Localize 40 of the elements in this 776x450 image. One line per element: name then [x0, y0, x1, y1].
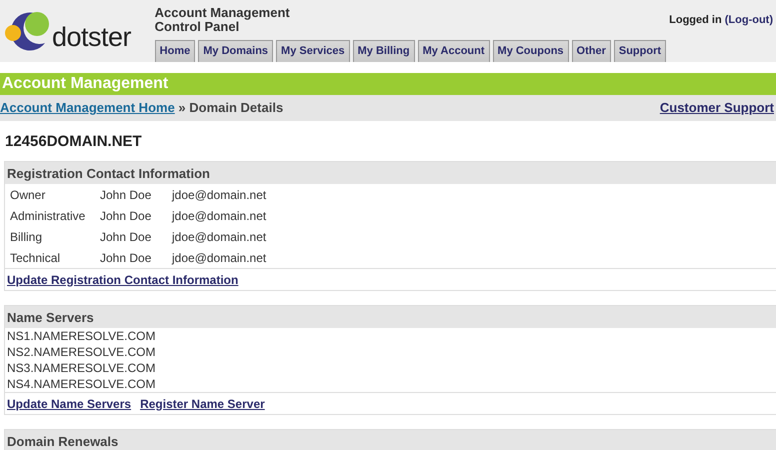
action-link[interactable]: Register Name Server [140, 394, 265, 412]
login-status: Logged in [669, 14, 722, 26]
name-server: NS4.NAMERESOLVE.COM [6, 376, 156, 392]
section-header: Domain Renewals [5, 430, 776, 450]
action-link[interactable]: Update Name Servers [7, 394, 132, 412]
contact-role: Billing [10, 228, 44, 246]
contact-role: Owner [10, 186, 46, 204]
contact-name: John Doe [100, 186, 152, 204]
contact-name: John Doe [100, 250, 152, 266]
logo-icon [4, 11, 50, 51]
nav-tab[interactable]: My Billing [352, 40, 415, 62]
action-link[interactable]: Update Registration Contact Information [7, 270, 238, 288]
contact-name: John Doe [100, 228, 152, 246]
contact-role: Administrative [10, 208, 86, 224]
nav-tab[interactable]: My Domains [198, 40, 274, 62]
nav-tab[interactable]: My Services [276, 40, 350, 62]
breadcrumb-link[interactable]: Account Management Home [0, 100, 175, 116]
name-server: NS2.NAMERESOLVE.COM [6, 344, 156, 360]
nav-tab[interactable]: My Account [418, 40, 490, 62]
nav-tab[interactable]: Home [154, 40, 196, 62]
nav-tab[interactable]: Support [614, 40, 666, 62]
section-banner: Account Management [0, 73, 776, 95]
contact-email: jdoe@domain.net [172, 250, 266, 266]
contact-role: Technical [10, 250, 62, 266]
brand-name: dotster [52, 24, 132, 50]
breadcrumb-current: » Domain Details [177, 100, 284, 116]
contact-email: jdoe@domain.net [172, 186, 266, 204]
logout-link[interactable]: (Log-out) [724, 14, 773, 26]
nav-tab[interactable]: My Coupons [492, 40, 569, 62]
support-link[interactable]: Customer Support [660, 98, 774, 118]
section-header: Registration Contact Information [5, 162, 776, 184]
page-title: Account Management Control Panel [154, 6, 291, 34]
name-server: NS3.NAMERESOLVE.COM [6, 360, 156, 376]
contact-email: jdoe@domain.net [172, 228, 266, 246]
name-server: NS1.NAMERESOLVE.COM [6, 328, 156, 344]
nav-tab[interactable]: Other [572, 40, 611, 62]
contact-email: jdoe@domain.net [172, 208, 266, 224]
contact-name: John Doe [100, 208, 152, 224]
domain-title: 12456DOMAIN.NET [4, 132, 143, 152]
section-header: Name Servers [5, 306, 776, 328]
